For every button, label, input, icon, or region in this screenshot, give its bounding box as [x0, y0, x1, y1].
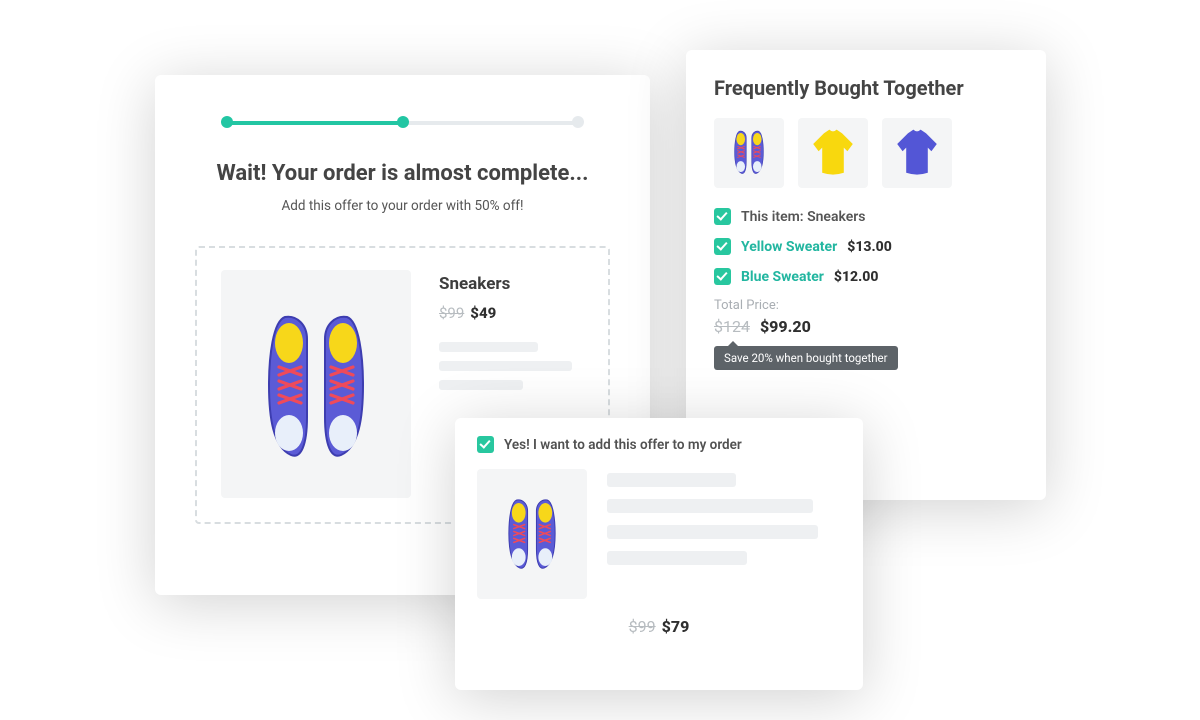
fbt-item-label: This item: Sneakers — [741, 209, 866, 225]
upsell-old-price: $99 — [439, 304, 464, 322]
confirm-new-price: $79 — [662, 617, 690, 636]
sneakers-icon — [251, 297, 381, 471]
checkbox-checked[interactable] — [714, 208, 731, 225]
fbt-total-old: $124 — [714, 317, 750, 336]
confirm-offer-row[interactable]: Yes! I want to add this offer to my orde… — [477, 436, 841, 453]
fbt-item-price: $12.00 — [834, 269, 879, 285]
text-placeholder — [607, 473, 736, 487]
confirm-old-price: $99 — [629, 617, 656, 636]
checkbox-checked[interactable] — [714, 268, 731, 285]
text-placeholder — [607, 525, 818, 539]
upsell-product-price: $99 $49 — [439, 304, 584, 322]
upsell-subtitle: Add this offer to your order with 50% of… — [195, 198, 610, 214]
sweater-icon — [806, 127, 860, 179]
fbt-item-row: This item: Sneakers — [714, 208, 1018, 225]
progress-step-2 — [397, 116, 409, 128]
fbt-thumb-sneakers[interactable] — [714, 118, 784, 188]
fbt-thumb-blue-sweater[interactable] — [882, 118, 952, 188]
upsell-new-price: $49 — [470, 304, 496, 322]
confirm-panel: Yes! I want to add this offer to my orde… — [455, 418, 863, 690]
checkbox-checked[interactable] — [477, 436, 494, 453]
fbt-title: Frequently Bought Together — [714, 76, 1018, 100]
upsell-title: Wait! Your order is almost complete... — [195, 161, 610, 186]
fbt-item-link[interactable]: Blue Sweater — [741, 269, 824, 285]
fbt-thumb-yellow-sweater[interactable] — [798, 118, 868, 188]
upsell-product-name: Sneakers — [439, 274, 584, 294]
progress-step-1 — [221, 116, 233, 128]
fbt-total-price: $124 $99.20 — [714, 317, 1018, 336]
fbt-item-link[interactable]: Yellow Sweater — [741, 239, 837, 255]
sneakers-icon — [729, 125, 769, 181]
upsell-product-image — [221, 270, 411, 498]
sweater-icon — [890, 127, 944, 179]
progress-step-3 — [572, 116, 584, 128]
fbt-total-label: Total Price: — [714, 298, 1018, 313]
sneakers-icon — [500, 490, 564, 578]
text-placeholder — [439, 361, 572, 371]
confirm-product-image — [477, 469, 587, 599]
text-placeholder — [439, 342, 538, 352]
text-placeholder — [607, 551, 747, 565]
fbt-item-row: Yellow Sweater $13.00 — [714, 238, 1018, 255]
text-placeholder — [439, 380, 523, 390]
text-placeholder — [607, 499, 813, 513]
confirm-price: $99 $79 — [477, 617, 841, 636]
checkbox-checked[interactable] — [714, 238, 731, 255]
fbt-item-price: $13.00 — [847, 239, 892, 255]
fbt-save-badge: Save 20% when bought together — [714, 346, 898, 370]
fbt-item-row: Blue Sweater $12.00 — [714, 268, 1018, 285]
fbt-total-new: $99.20 — [760, 317, 811, 336]
checkout-progress — [223, 117, 582, 127]
confirm-offer-text: Yes! I want to add this offer to my orde… — [504, 437, 742, 453]
